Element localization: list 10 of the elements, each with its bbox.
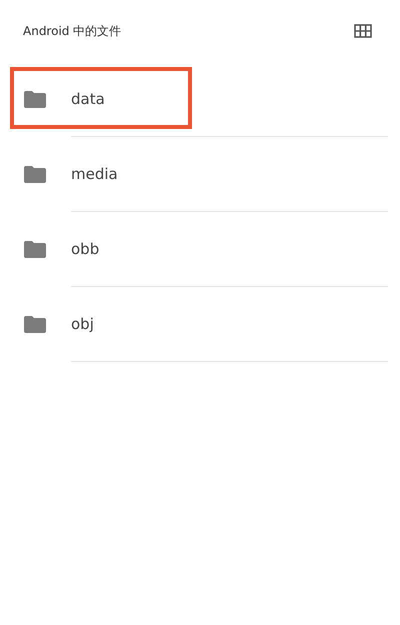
folder-row[interactable]: obb bbox=[0, 212, 400, 286]
folder-path-title: Android 中的文件 bbox=[23, 23, 122, 40]
folder-row[interactable]: media bbox=[0, 137, 400, 211]
folder-row[interactable]: data bbox=[0, 62, 400, 136]
folder-icon bbox=[24, 90, 46, 108]
folder-row[interactable]: obj bbox=[0, 287, 400, 361]
folder-icon bbox=[24, 240, 46, 258]
folder-icon bbox=[24, 316, 46, 332]
grid-view-icon[interactable] bbox=[354, 24, 372, 38]
folder-icon bbox=[24, 166, 46, 182]
